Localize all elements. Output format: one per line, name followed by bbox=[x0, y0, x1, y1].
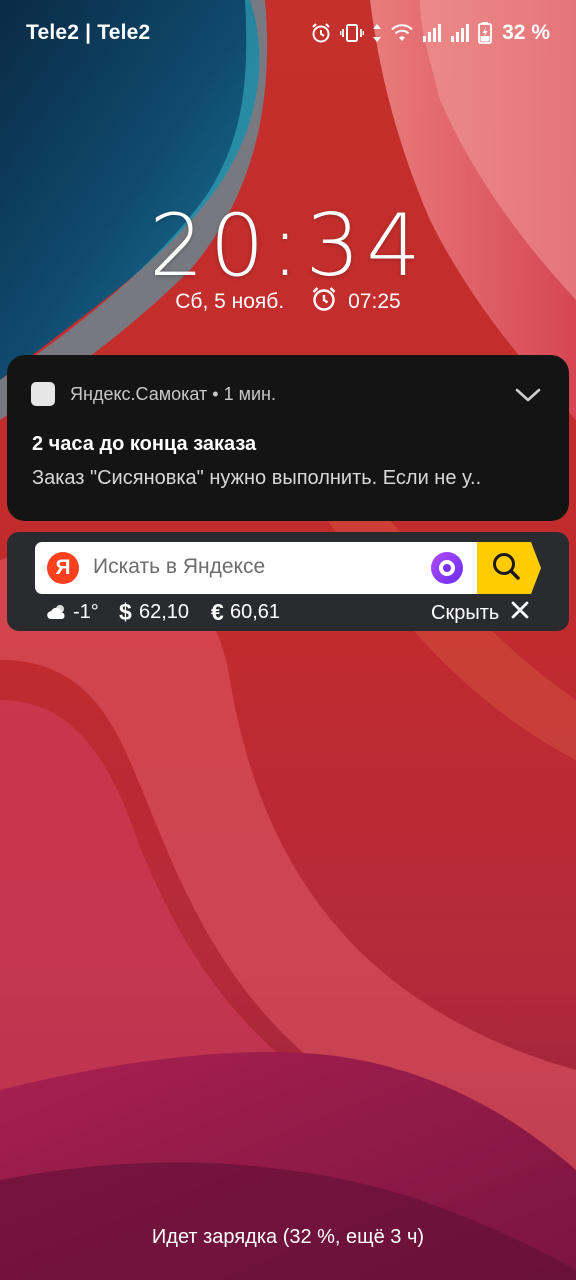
euro-icon: € bbox=[211, 599, 224, 625]
search-placeholder: Искать в Яндексе bbox=[93, 555, 266, 578]
carrier-label: Tele2 | Tele2 bbox=[26, 21, 151, 44]
alice-voice-button[interactable] bbox=[431, 552, 463, 584]
cloud-sun-icon bbox=[45, 602, 69, 627]
signal-icon bbox=[450, 24, 470, 42]
next-alarm-time: 07:25 bbox=[348, 290, 401, 313]
alarm-icon bbox=[310, 22, 332, 44]
notification-separator: • bbox=[212, 384, 219, 404]
vibrate-icon bbox=[340, 22, 365, 44]
lock-screen: Tele2 | Tele2 32 % 20:34 Сб, 5 нояб. 07:… bbox=[0, 0, 576, 1280]
battery-icon bbox=[478, 22, 493, 44]
dollar-icon: $ bbox=[119, 599, 132, 625]
status-bar: Tele2 | Tele2 32 % bbox=[0, 0, 576, 66]
search-input[interactable]: Я Искать в Яндексе bbox=[35, 542, 513, 594]
status-icons: 32 % bbox=[310, 19, 550, 47]
notification-time: 1 мин. bbox=[223, 384, 276, 404]
date-row: Сб, 5 нояб. 07:25 bbox=[0, 286, 576, 318]
notification-card[interactable]: Яндекс.Самокат • 1 мин. 2 часа до конца … bbox=[7, 355, 569, 521]
eur-rate[interactable]: 60,61 bbox=[230, 601, 280, 624]
yandex-logo: Я bbox=[47, 552, 79, 584]
close-icon bbox=[511, 601, 529, 625]
notification-header: Яндекс.Самокат • 1 мин. bbox=[70, 384, 276, 405]
alarm-icon bbox=[310, 285, 338, 319]
wifi-icon bbox=[390, 23, 414, 43]
charging-status: Идет зарядка (32 %, ещё 3 ч) bbox=[151, 1226, 425, 1248]
yandex-search-widget: Я Искать в Яндексе -1° $ 62,10 € 60,61 С… bbox=[7, 532, 569, 631]
hide-widget-button[interactable]: Скрыть bbox=[431, 598, 529, 628]
chevron-down-icon[interactable] bbox=[513, 383, 543, 407]
search-button[interactable] bbox=[477, 542, 541, 594]
hide-label: Скрыть bbox=[431, 601, 500, 624]
usd-rate[interactable]: 62,10 bbox=[139, 601, 189, 624]
data-arrows-icon bbox=[372, 22, 382, 44]
lockscreen-clock: 20:34 bbox=[149, 196, 427, 296]
notification-app-name: Яндекс.Самокат bbox=[70, 384, 208, 404]
wallpaper bbox=[0, 0, 576, 1280]
battery-percent: 32 % bbox=[502, 21, 550, 44]
signal-icon bbox=[422, 24, 442, 42]
lockscreen-date: Сб, 5 нояб. bbox=[175, 290, 285, 313]
widget-info-row: -1° $ 62,10 € 60,61 Скрыть bbox=[7, 598, 569, 628]
weather-temperature[interactable]: -1° bbox=[73, 601, 99, 624]
app-icon bbox=[31, 382, 55, 406]
notification-title: 2 часа до конца заказа bbox=[32, 433, 257, 455]
notification-text: Заказ "Сисяновка" нужно выполнить. Если … bbox=[32, 467, 482, 489]
